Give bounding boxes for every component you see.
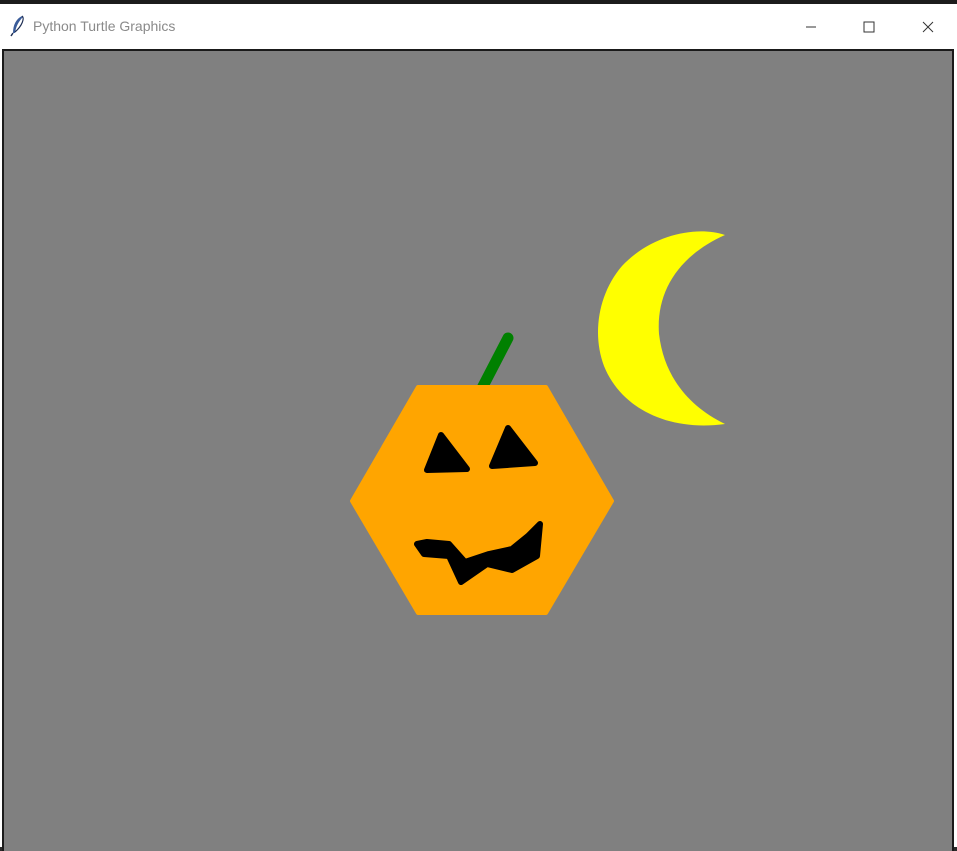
pumpkin-stem bbox=[474, 332, 514, 398]
maximize-button[interactable] bbox=[840, 8, 898, 46]
title-bar[interactable]: Python Turtle Graphics bbox=[0, 8, 957, 46]
feather-icon bbox=[8, 15, 28, 37]
turtle-window: Python Turtle Graphics bbox=[0, 0, 957, 851]
turtle-drawing bbox=[350, 231, 725, 615]
turtle-canvas[interactable] bbox=[2, 49, 954, 851]
minimize-icon bbox=[805, 21, 817, 33]
close-button[interactable] bbox=[899, 8, 957, 46]
close-icon bbox=[922, 21, 934, 33]
minimize-button[interactable] bbox=[782, 8, 840, 46]
crescent-moon bbox=[598, 231, 725, 426]
maximize-icon bbox=[863, 21, 875, 33]
window-title: Python Turtle Graphics bbox=[33, 18, 176, 34]
pumpkin-body bbox=[350, 385, 614, 615]
